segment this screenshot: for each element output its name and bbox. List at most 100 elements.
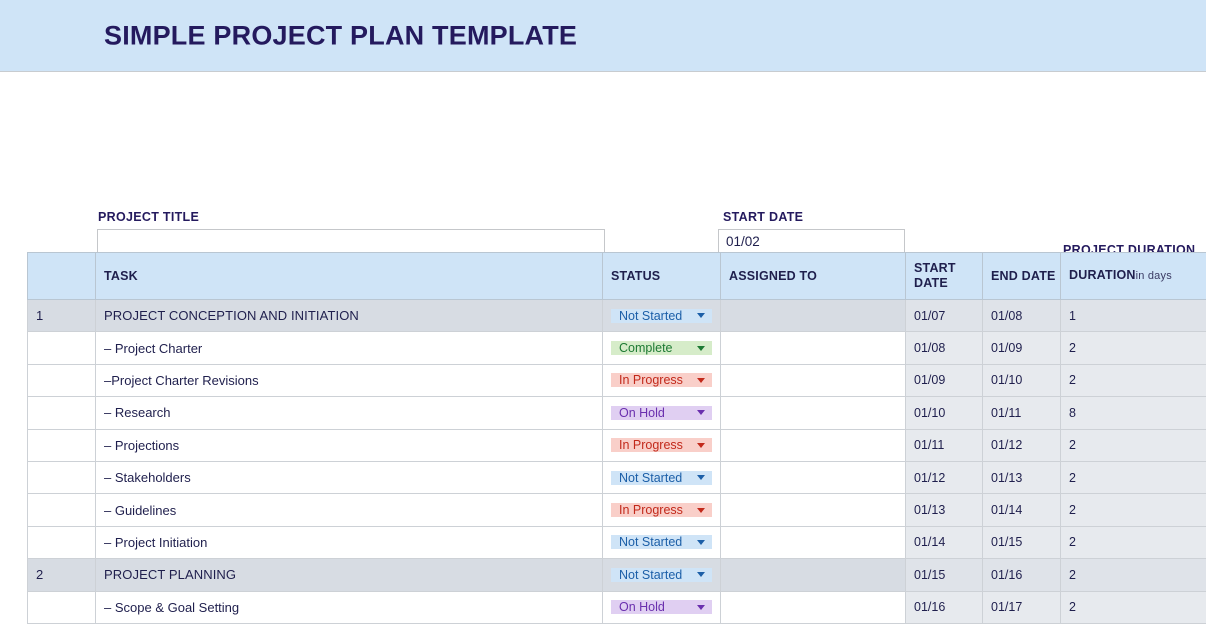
assigned-to-cell[interactable]	[721, 332, 906, 364]
start-date-cell[interactable]: 01/11	[906, 429, 983, 461]
end-date-cell[interactable]: 01/15	[983, 526, 1061, 558]
page-title: SIMPLE PROJECT PLAN TEMPLATE	[104, 20, 577, 51]
header-duration-main: DURATION	[1069, 268, 1136, 282]
assigned-to-cell[interactable]	[721, 461, 906, 493]
table-row: – ProjectionsIn Progress01/1101/122	[28, 429, 1206, 461]
status-cell[interactable]: In Progress	[603, 494, 721, 526]
status-cell[interactable]: On Hold	[603, 591, 721, 623]
task-name-cell[interactable]: – Project Charter	[96, 332, 603, 364]
chevron-down-icon[interactable]	[697, 475, 705, 480]
status-cell[interactable]: Not Started	[603, 559, 721, 591]
status-label: Not Started	[619, 471, 682, 485]
status-dropdown[interactable]: In Progress	[611, 503, 712, 517]
chevron-down-icon[interactable]	[697, 540, 705, 545]
end-date-cell[interactable]: 01/10	[983, 364, 1061, 396]
assigned-to-cell[interactable]	[721, 526, 906, 558]
task-name-cell[interactable]: PROJECT PLANNING	[96, 559, 603, 591]
end-date-cell[interactable]: 01/12	[983, 429, 1061, 461]
header-end-date: END DATE	[983, 253, 1061, 300]
assigned-to-cell[interactable]	[721, 397, 906, 429]
row-number-cell: 1	[28, 300, 96, 332]
end-date-cell[interactable]: 01/14	[983, 494, 1061, 526]
header-duration-sub: in days	[1136, 270, 1172, 282]
header-start-date-line1: START	[914, 261, 956, 275]
status-label: Not Started	[619, 535, 682, 549]
start-date-cell[interactable]: 01/14	[906, 526, 983, 558]
chevron-down-icon[interactable]	[697, 508, 705, 513]
status-dropdown[interactable]: On Hold	[611, 600, 712, 614]
chevron-down-icon[interactable]	[697, 313, 705, 318]
assigned-to-cell[interactable]	[721, 300, 906, 332]
table-row: – StakeholdersNot Started01/1201/132	[28, 461, 1206, 493]
duration-cell: 2	[1061, 364, 1206, 396]
status-dropdown[interactable]: Not Started	[611, 309, 712, 323]
start-date-input[interactable]	[718, 229, 905, 254]
header-number	[28, 253, 96, 300]
start-date-cell[interactable]: 01/10	[906, 397, 983, 429]
status-dropdown[interactable]: Not Started	[611, 535, 712, 549]
status-dropdown[interactable]: Not Started	[611, 471, 712, 485]
table-header-row: TASK STATUS ASSIGNED TO START DATE END D…	[28, 253, 1206, 300]
start-date-cell[interactable]: 01/08	[906, 332, 983, 364]
assigned-to-cell[interactable]	[721, 364, 906, 396]
chevron-down-icon[interactable]	[697, 572, 705, 577]
status-label: Not Started	[619, 309, 682, 323]
assigned-to-cell[interactable]	[721, 559, 906, 591]
status-cell[interactable]: Not Started	[603, 461, 721, 493]
end-date-cell[interactable]: 01/11	[983, 397, 1061, 429]
assigned-to-cell[interactable]	[721, 429, 906, 461]
end-date-cell[interactable]: 01/17	[983, 591, 1061, 623]
duration-cell: 2	[1061, 526, 1206, 558]
task-name-cell[interactable]: – Project Initiation	[96, 526, 603, 558]
status-label: In Progress	[619, 503, 683, 517]
assigned-to-cell[interactable]	[721, 494, 906, 526]
task-name-cell[interactable]: – Projections	[96, 429, 603, 461]
task-name-cell[interactable]: – Guidelines	[96, 494, 603, 526]
status-dropdown[interactable]: In Progress	[611, 438, 712, 452]
start-date-cell[interactable]: 01/13	[906, 494, 983, 526]
status-dropdown[interactable]: Complete	[611, 341, 712, 355]
chevron-down-icon[interactable]	[697, 378, 705, 383]
end-date-cell[interactable]: 01/16	[983, 559, 1061, 591]
start-date-cell[interactable]: 01/15	[906, 559, 983, 591]
status-cell[interactable]: On Hold	[603, 397, 721, 429]
table-row: – Project CharterComplete01/0801/092	[28, 332, 1206, 364]
end-date-cell[interactable]: 01/08	[983, 300, 1061, 332]
end-date-cell[interactable]: 01/13	[983, 461, 1061, 493]
table-row: – ResearchOn Hold01/1001/118	[28, 397, 1206, 429]
table-body: 1PROJECT CONCEPTION AND INITIATION Not St…	[28, 300, 1206, 624]
status-cell[interactable]: In Progress	[603, 364, 721, 396]
status-cell[interactable]: Complete	[603, 332, 721, 364]
task-name-cell[interactable]: PROJECT CONCEPTION AND INITIATION	[96, 300, 603, 332]
assigned-to-cell[interactable]	[721, 591, 906, 623]
row-number-cell	[28, 591, 96, 623]
status-dropdown[interactable]: In Progress	[611, 373, 712, 387]
chevron-down-icon[interactable]	[697, 443, 705, 448]
task-name-cell[interactable]: – Stakeholders	[96, 461, 603, 493]
task-name-cell[interactable]: –Project Charter Revisions	[96, 364, 603, 396]
task-name-cell[interactable]: – Scope & Goal Setting	[96, 591, 603, 623]
task-name-cell[interactable]: – Research	[96, 397, 603, 429]
start-date-cell[interactable]: 01/09	[906, 364, 983, 396]
duration-cell: 2	[1061, 591, 1206, 623]
chevron-down-icon[interactable]	[697, 410, 705, 415]
row-number-cell	[28, 494, 96, 526]
status-cell[interactable]: In Progress	[603, 429, 721, 461]
start-date-cell[interactable]: 01/16	[906, 591, 983, 623]
status-dropdown[interactable]: Not Started	[611, 568, 712, 582]
chevron-down-icon[interactable]	[697, 346, 705, 351]
end-date-cell[interactable]: 01/09	[983, 332, 1061, 364]
status-label: Not Started	[619, 568, 682, 582]
table-row: 1PROJECT CONCEPTION AND INITIATION Not St…	[28, 300, 1206, 332]
project-title-input[interactable]	[97, 229, 605, 254]
start-date-cell[interactable]: 01/07	[906, 300, 983, 332]
chevron-down-icon[interactable]	[697, 605, 705, 610]
start-date-cell[interactable]: 01/12	[906, 461, 983, 493]
status-cell[interactable]: Not Started	[603, 300, 721, 332]
table-row: – Project Initiation Not Started 01/1401/1…	[28, 526, 1206, 558]
project-info-form: PROJECT TITLE PROJECT MANAGER START DATE…	[0, 72, 1206, 250]
status-cell[interactable]: Not Started	[603, 526, 721, 558]
table-row: 2PROJECT PLANNINGNot Started01/1501/162	[28, 559, 1206, 591]
header-duration: DURATIONin days	[1061, 253, 1206, 300]
status-dropdown[interactable]: On Hold	[611, 406, 712, 420]
